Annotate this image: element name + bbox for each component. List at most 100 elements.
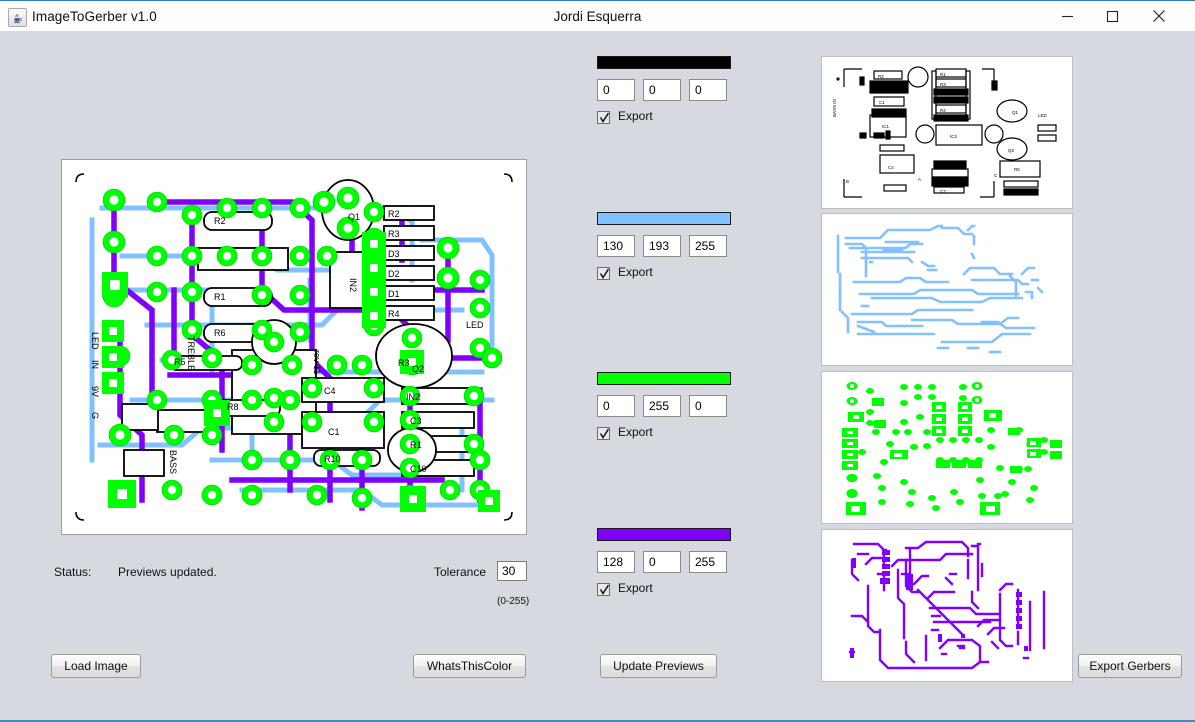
export-row-purple: Export (597, 583, 731, 599)
export-label-light-blue: Export (618, 265, 653, 279)
close-button[interactable] (1136, 1, 1181, 31)
svg-text:R8: R8 (227, 402, 239, 412)
svg-text:C10: C10 (410, 464, 427, 474)
color-channel-green: 0 255 0 Export (597, 372, 731, 443)
export-row-black: Export (597, 111, 731, 127)
minimize-button[interactable] (1045, 1, 1090, 31)
export-checkbox-green[interactable] (597, 427, 610, 440)
svg-text:A: A (918, 177, 921, 182)
maximize-button[interactable] (1090, 1, 1135, 31)
svg-text:R1: R1 (940, 72, 946, 77)
blue-input-purple[interactable]: 255 (689, 551, 727, 573)
svg-text:R3: R3 (398, 358, 410, 368)
green-input-green[interactable]: 255 (643, 395, 681, 417)
svg-text:R5: R5 (1014, 167, 1020, 172)
svg-text:IN2: IN2 (406, 392, 420, 402)
svg-text:9V: 9V (90, 386, 100, 397)
svg-text:C4: C4 (324, 386, 336, 396)
rgb-inputs-purple: 128 0 255 (597, 551, 731, 573)
svg-text:IC1: IC1 (882, 124, 890, 129)
green-layer-preview[interactable] (821, 371, 1073, 524)
tolerance-label: Tolerance (434, 565, 486, 579)
export-checkbox-purple[interactable] (597, 583, 610, 596)
load-image-button[interactable]: Load Image (51, 654, 141, 678)
color-swatch-black[interactable] (597, 56, 731, 69)
tolerance-input[interactable]: 30 (497, 561, 527, 581)
green-input-purple[interactable]: 0 (643, 551, 681, 573)
svg-text:R3: R3 (388, 229, 400, 239)
svg-text:C1: C1 (879, 100, 885, 105)
svg-text:Q1: Q1 (348, 212, 360, 222)
svg-text:IN2: IN2 (348, 278, 358, 292)
export-gerbers-button[interactable]: Export Gerbers (1078, 654, 1182, 678)
source-pcb-image-preview[interactable]: R2 R1 R6 R5 R8 C4 C1 R10 IN2 C3 R1 C10 R… (61, 159, 527, 535)
export-row-light-blue: Export (597, 267, 731, 283)
svg-text:R2: R2 (214, 216, 226, 226)
blue-input-green[interactable]: 0 (689, 395, 727, 417)
red-input-purple[interactable]: 128 (597, 551, 635, 573)
svg-text:LED: LED (466, 320, 484, 330)
svg-text:R1: R1 (410, 440, 422, 450)
svg-text:LED: LED (90, 332, 100, 350)
svg-text:C3: C3 (410, 416, 422, 426)
update-previews-button[interactable]: Update Previews (600, 654, 717, 678)
color-swatch-purple[interactable] (597, 528, 731, 541)
svg-text:R2: R2 (388, 209, 400, 219)
svg-text:IN: IN (90, 360, 100, 369)
tolerance-range-hint: (0-255) (497, 596, 529, 607)
svg-text:TREBLE: TREBLE (186, 336, 196, 371)
svg-text:IC2: IC2 (950, 134, 958, 139)
color-channel-light-blue: 130 193 255 Export (597, 212, 731, 283)
svg-text:D3: D3 (388, 249, 400, 259)
svg-text:Q2: Q2 (1008, 148, 1015, 153)
svg-text:C1: C1 (328, 427, 340, 437)
java-coffee-cup-icon (8, 8, 27, 27)
app-title: ImageToGerber v1.0 (32, 9, 157, 24)
status-value: Previews updated. (118, 565, 217, 579)
export-checkbox-light-blue[interactable] (597, 267, 610, 280)
color-swatch-green[interactable] (597, 372, 731, 385)
purple-layer-preview[interactable] (821, 529, 1073, 682)
svg-text:R4: R4 (940, 108, 946, 113)
blue-input-black[interactable]: 0 (689, 79, 727, 101)
svg-text:BASS IN: BASS IN (832, 99, 837, 117)
export-label-purple: Export (618, 581, 653, 595)
export-row-green: Export (597, 427, 731, 443)
red-input-green[interactable]: 0 (597, 395, 635, 417)
svg-text:R10: R10 (324, 454, 341, 464)
export-checkbox-black[interactable] (597, 111, 610, 124)
color-channel-black: 0 0 0 Export (597, 56, 731, 127)
whats-this-color-button[interactable]: WhatsThisColor (413, 654, 526, 678)
rgb-inputs-black: 0 0 0 (597, 79, 731, 101)
svg-text:R5: R5 (174, 357, 186, 367)
svg-text:G: G (90, 412, 100, 419)
status-label: Status: (54, 565, 91, 579)
window-center-title: Jordi Esquerra (0, 9, 1195, 24)
black-layer-preview[interactable]: R2C1 IC1R1 R3R4 IC2Q1 Q2R5 C4C7 BASS IN … (821, 56, 1073, 209)
blue-layer-preview[interactable] (821, 213, 1073, 366)
svg-text:R3: R3 (940, 82, 946, 87)
color-channel-purple: 128 0 255 Export (597, 528, 731, 599)
svg-text:Q2: Q2 (412, 364, 424, 374)
green-input-black[interactable]: 0 (643, 79, 681, 101)
green-input-light-blue[interactable]: 193 (643, 235, 681, 257)
svg-text:Q1: Q1 (1012, 110, 1019, 115)
export-label-green: Export (618, 425, 653, 439)
svg-text:BASS: BASS (168, 450, 178, 474)
svg-text:B: B (846, 179, 849, 184)
svg-text:D2: D2 (388, 269, 400, 279)
svg-text:R6: R6 (214, 328, 226, 338)
svg-text:R4: R4 (388, 309, 400, 319)
blue-input-light-blue[interactable]: 255 (689, 235, 727, 257)
svg-text:R1: R1 (214, 292, 226, 302)
svg-text:C4: C4 (888, 165, 894, 170)
red-input-black[interactable]: 0 (597, 79, 635, 101)
title-bar: ImageToGerber v1.0 Jordi Esquerra (0, 0, 1195, 31)
svg-text:C7: C7 (940, 189, 946, 194)
svg-text:D1: D1 (388, 289, 400, 299)
svg-text:LED: LED (1038, 113, 1048, 118)
svg-text:rev 11: rev 11 (312, 350, 322, 374)
red-input-light-blue[interactable]: 130 (597, 235, 635, 257)
svg-text:R2: R2 (878, 74, 884, 79)
color-swatch-light-blue[interactable] (597, 212, 731, 225)
